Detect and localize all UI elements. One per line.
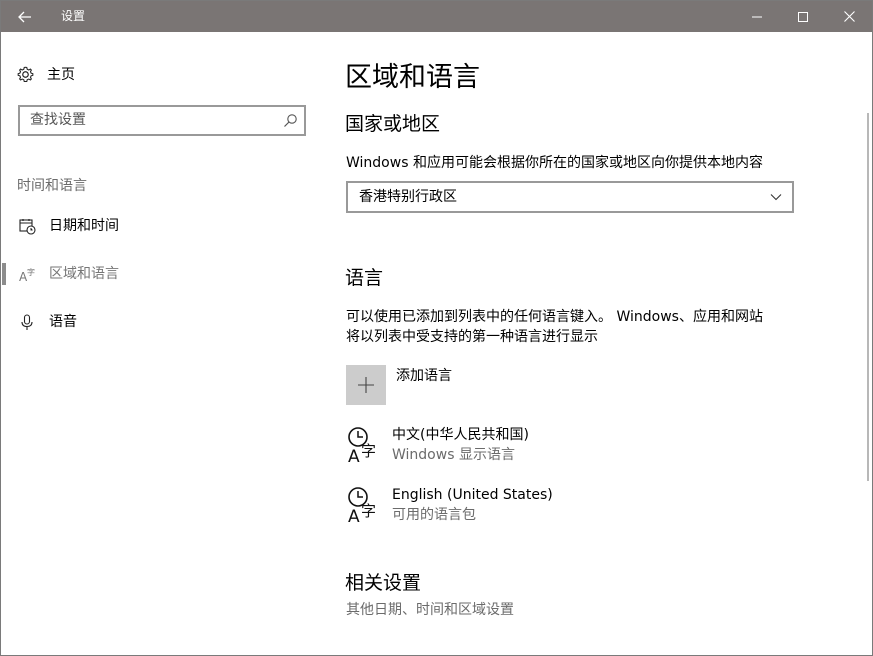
scrollbar[interactable] [867,113,869,481]
sidebar-item-label: 区域和语言 [49,266,119,282]
plus-icon [358,377,374,393]
sidebar-item-region-language[interactable]: A 字 区域和语言 [1,253,321,293]
maximize-icon [798,11,808,22]
page-title: 区域和语言 [345,62,480,93]
language-name: English (United States) [392,487,553,503]
calendar-clock-icon [18,217,36,235]
language-item-chinese[interactable]: A 字 中文(中华人民共和国) Windows 显示语言 [346,425,746,465]
sidebar-item-date-time[interactable]: 日期和时间 [1,205,321,245]
svg-text:A: A [348,447,360,463]
search-box[interactable]: 查找设置 [18,105,306,136]
language-status: 可用的语言包 [392,507,476,523]
svg-text:A: A [348,507,360,523]
language-description-line2: 将以列表中受支持的第一种语言进行显示 [346,329,598,345]
microphone-icon [18,313,36,331]
selection-indicator [2,263,6,285]
svg-text:字: 字 [27,267,35,277]
home-link[interactable]: 主页 [17,61,75,87]
close-icon [843,11,855,22]
maximize-button[interactable] [780,1,826,32]
settings-window: 设置 主页 查找设置 时间和语言 日期和时间 A 字 区域和语言 语音 区域和语… [0,0,873,656]
language-description-line1: 可以使用已添加到列表中的任何语言键入。 Windows、应用和网站 [346,309,763,325]
minimize-icon [752,16,762,17]
search-icon[interactable] [283,113,298,128]
language-heading: 语言 [345,267,384,289]
country-selected-value: 香港特别行政区 [359,189,457,205]
country-heading: 国家或地区 [345,113,441,135]
minimize-button[interactable] [734,1,780,32]
language-status: Windows 显示语言 [392,447,515,463]
gear-icon [17,66,34,82]
language-name: 中文(中华人民共和国) [392,427,529,443]
language-item-english[interactable]: A 字 English (United States) 可用的语言包 [346,485,746,525]
close-button[interactable] [826,1,872,32]
region-language-icon: A 字 [18,265,36,283]
svg-text:字: 字 [361,502,376,520]
country-description: Windows 和应用可能会根据你所在的国家或地区向你提供本地内容 [346,155,763,171]
back-arrow-icon [18,11,31,22]
svg-text:字: 字 [361,442,376,460]
related-settings-heading: 相关设置 [345,572,422,594]
language-pack-icon: A 字 [348,487,376,523]
chevron-down-icon [770,194,782,201]
window-title: 设置 [61,9,86,23]
related-settings-link[interactable]: 其他日期、时间和区域设置 [346,600,514,620]
home-label: 主页 [47,67,75,83]
sidebar-section-header: 时间和语言 [17,178,87,194]
language-pack-icon: A 字 [348,427,376,463]
add-language-label[interactable]: 添加语言 [396,365,452,385]
search-placeholder: 查找设置 [30,112,86,128]
sidebar-item-speech[interactable]: 语音 [1,301,321,341]
sidebar-item-label: 语音 [49,314,77,330]
back-button[interactable] [1,1,49,32]
add-language-button[interactable] [346,365,386,405]
title-bar: 设置 [1,1,872,32]
sidebar-item-label: 日期和时间 [49,218,119,234]
country-dropdown[interactable]: 香港特别行政区 [346,181,794,213]
